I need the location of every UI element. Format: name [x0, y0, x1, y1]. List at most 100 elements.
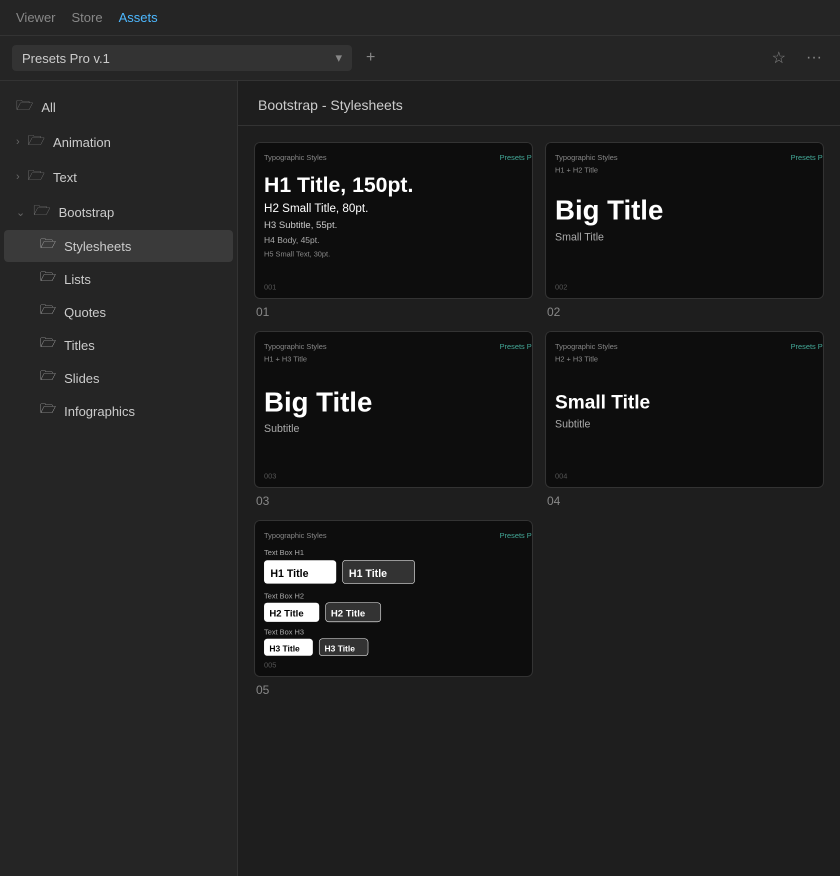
- thumbnail-03: Typographic Styles Presets Pro H1 + H3 T…: [254, 331, 533, 488]
- svg-text:H4 Body, 45pt.: H4 Body, 45pt.: [264, 235, 319, 245]
- chevron-right-icon: ›: [16, 171, 20, 183]
- sidebar-item-label: Lists: [64, 272, 91, 287]
- svg-text:H1 + H2 Title: H1 + H2 Title: [555, 166, 598, 175]
- chevron-down-icon: ▾: [335, 50, 342, 66]
- chevron-down-icon: ⌄: [16, 206, 25, 219]
- add-button[interactable]: +: [360, 45, 381, 71]
- thumbnail-svg-02: Typographic Styles Presets Pro H1 + H2 T…: [546, 143, 823, 298]
- sidebar-item-label: Titles: [64, 338, 95, 353]
- svg-text:Subtitle: Subtitle: [555, 418, 590, 430]
- more-button[interactable]: ···: [800, 45, 828, 71]
- thumbnail-04: Typographic Styles Presets Pro H2 + H3 T…: [545, 331, 824, 488]
- folder-icon: 🗁: [40, 400, 56, 422]
- sidebar-item-bootstrap[interactable]: ⌄ 🗁 Bootstrap: [4, 195, 233, 229]
- svg-text:H2 Small Title, 80pt.: H2 Small Title, 80pt.: [264, 202, 368, 215]
- grid-item-01[interactable]: Typographic Styles Presets Pro H1 Title,…: [254, 142, 533, 319]
- chevron-right-icon: ›: [16, 136, 20, 148]
- svg-text:Presets Pro: Presets Pro: [791, 342, 823, 351]
- nav-store[interactable]: Store: [72, 8, 103, 27]
- svg-text:H1 Title: H1 Title: [349, 568, 387, 580]
- folder-icon: 🗁: [40, 268, 56, 290]
- svg-text:H3 Subtitle, 55pt.: H3 Subtitle, 55pt.: [264, 220, 337, 231]
- preset-label: Presets Pro v.1: [22, 51, 110, 66]
- svg-text:Subtitle: Subtitle: [264, 423, 299, 435]
- svg-text:Typographic Styles: Typographic Styles: [264, 342, 327, 351]
- svg-text:H5 Small Text, 30pt.: H5 Small Text, 30pt.: [264, 250, 330, 259]
- svg-text:H2 Title: H2 Title: [331, 608, 365, 619]
- grid-item-05[interactable]: Typographic Styles Presets Pro Text Box …: [254, 520, 533, 697]
- thumbnail-02: Typographic Styles Presets Pro H1 + H2 T…: [545, 142, 824, 299]
- sidebar-item-quotes[interactable]: 🗁 Quotes: [4, 296, 233, 328]
- sidebar-item-label: Stylesheets: [64, 239, 131, 254]
- plus-icon: +: [366, 49, 375, 67]
- preset-dropdown[interactable]: Presets Pro v.1 ▾: [12, 45, 352, 71]
- sidebar-item-slides[interactable]: 🗁 Slides: [4, 362, 233, 394]
- svg-text:Text Box H2: Text Box H2: [264, 591, 304, 600]
- thumbnail-05: Typographic Styles Presets Pro Text Box …: [254, 520, 533, 677]
- grid-container: Typographic Styles Presets Pro H1 Title,…: [238, 126, 840, 713]
- svg-text:Text Box H1: Text Box H1: [264, 548, 304, 557]
- thumbnail-01: Typographic Styles Presets Pro H1 Title,…: [254, 142, 533, 299]
- thumbnail-svg-04: Typographic Styles Presets Pro H2 + H3 T…: [546, 332, 823, 487]
- sidebar-item-stylesheets[interactable]: 🗁 Stylesheets: [4, 230, 233, 262]
- folder-icon: 🗁: [33, 200, 50, 224]
- svg-text:003: 003: [264, 471, 276, 480]
- nav-assets[interactable]: Assets: [119, 8, 158, 27]
- sidebar-item-label: Text: [53, 170, 77, 185]
- sidebar-item-label: Quotes: [64, 305, 106, 320]
- sidebar-item-label: All: [41, 100, 55, 115]
- folder-icon: 🗁: [40, 367, 56, 389]
- grid-item-03[interactable]: Typographic Styles Presets Pro H1 + H3 T…: [254, 331, 533, 508]
- thumbnail-svg-01: Typographic Styles Presets Pro H1 Title,…: [255, 143, 532, 298]
- svg-text:Text Box H3: Text Box H3: [264, 627, 304, 636]
- svg-text:Typographic Styles: Typographic Styles: [555, 342, 618, 351]
- item-label-05: 05: [254, 683, 533, 697]
- svg-text:Typographic Styles: Typographic Styles: [555, 153, 618, 162]
- sidebar-item-text[interactable]: › 🗁 Text: [4, 160, 233, 194]
- svg-text:H1 Title: H1 Title: [270, 568, 308, 580]
- sidebar-item-animation[interactable]: › 🗁 Animation: [4, 125, 233, 159]
- item-label-04: 04: [545, 494, 824, 508]
- main-layout: 🗁 All › 🗁 Animation › 🗁 Text ⌄ 🗁 Bootstr…: [0, 81, 840, 876]
- svg-text:004: 004: [555, 471, 567, 480]
- star-icon: ☆: [772, 48, 786, 68]
- svg-text:Small Title: Small Title: [555, 232, 604, 244]
- svg-text:005: 005: [264, 660, 276, 669]
- ellipsis-icon: ···: [806, 49, 822, 67]
- grid-item-02[interactable]: Typographic Styles Presets Pro H1 + H2 T…: [545, 142, 824, 319]
- item-label-01: 01: [254, 305, 533, 319]
- toolbar: Presets Pro v.1 ▾ + ☆ ···: [0, 36, 840, 81]
- folder-icon: 🗁: [40, 334, 56, 356]
- top-navigation: Viewer Store Assets: [0, 0, 840, 36]
- sidebar-item-lists[interactable]: 🗁 Lists: [4, 263, 233, 295]
- svg-text:Big Title: Big Title: [264, 387, 372, 418]
- sidebar-item-label: Slides: [64, 371, 99, 386]
- thumbnail-svg-05: Typographic Styles Presets Pro Text Box …: [255, 521, 532, 676]
- sidebar-item-label: Infographics: [64, 404, 135, 419]
- svg-text:Presets Pro: Presets Pro: [500, 531, 532, 540]
- svg-text:H2 + H3 Title: H2 + H3 Title: [555, 355, 598, 364]
- svg-text:H1 + H3 Title: H1 + H3 Title: [264, 355, 307, 364]
- sidebar-item-titles[interactable]: 🗁 Titles: [4, 329, 233, 361]
- svg-text:002: 002: [555, 282, 567, 291]
- svg-text:H2 Title: H2 Title: [269, 608, 303, 619]
- sidebar: 🗁 All › 🗁 Animation › 🗁 Text ⌄ 🗁 Bootstr…: [0, 81, 238, 876]
- content-header: Bootstrap - Stylesheets: [238, 81, 840, 126]
- grid-item-04[interactable]: Typographic Styles Presets Pro H2 + H3 T…: [545, 331, 824, 508]
- sidebar-item-label: Animation: [53, 135, 111, 150]
- svg-text:H1 Title, 150pt.: H1 Title, 150pt.: [264, 174, 413, 197]
- svg-text:Typographic Styles: Typographic Styles: [264, 531, 327, 540]
- folder-icon: 🗁: [40, 301, 56, 323]
- folder-icon: 🗁: [28, 165, 45, 189]
- content-area: Bootstrap - Stylesheets Typographic Styl…: [238, 81, 840, 876]
- sidebar-item-all[interactable]: 🗁 All: [4, 90, 233, 124]
- item-label-02: 02: [545, 305, 824, 319]
- nav-viewer[interactable]: Viewer: [16, 8, 56, 27]
- thumbnail-svg-03: Typographic Styles Presets Pro H1 + H3 T…: [255, 332, 532, 487]
- star-button[interactable]: ☆: [766, 44, 792, 72]
- item-label-03: 03: [254, 494, 533, 508]
- svg-text:H3 Title: H3 Title: [269, 643, 300, 653]
- sidebar-item-infographics[interactable]: 🗁 Infographics: [4, 395, 233, 427]
- sidebar-item-label: Bootstrap: [59, 205, 115, 220]
- folder-icon: 🗁: [40, 235, 56, 257]
